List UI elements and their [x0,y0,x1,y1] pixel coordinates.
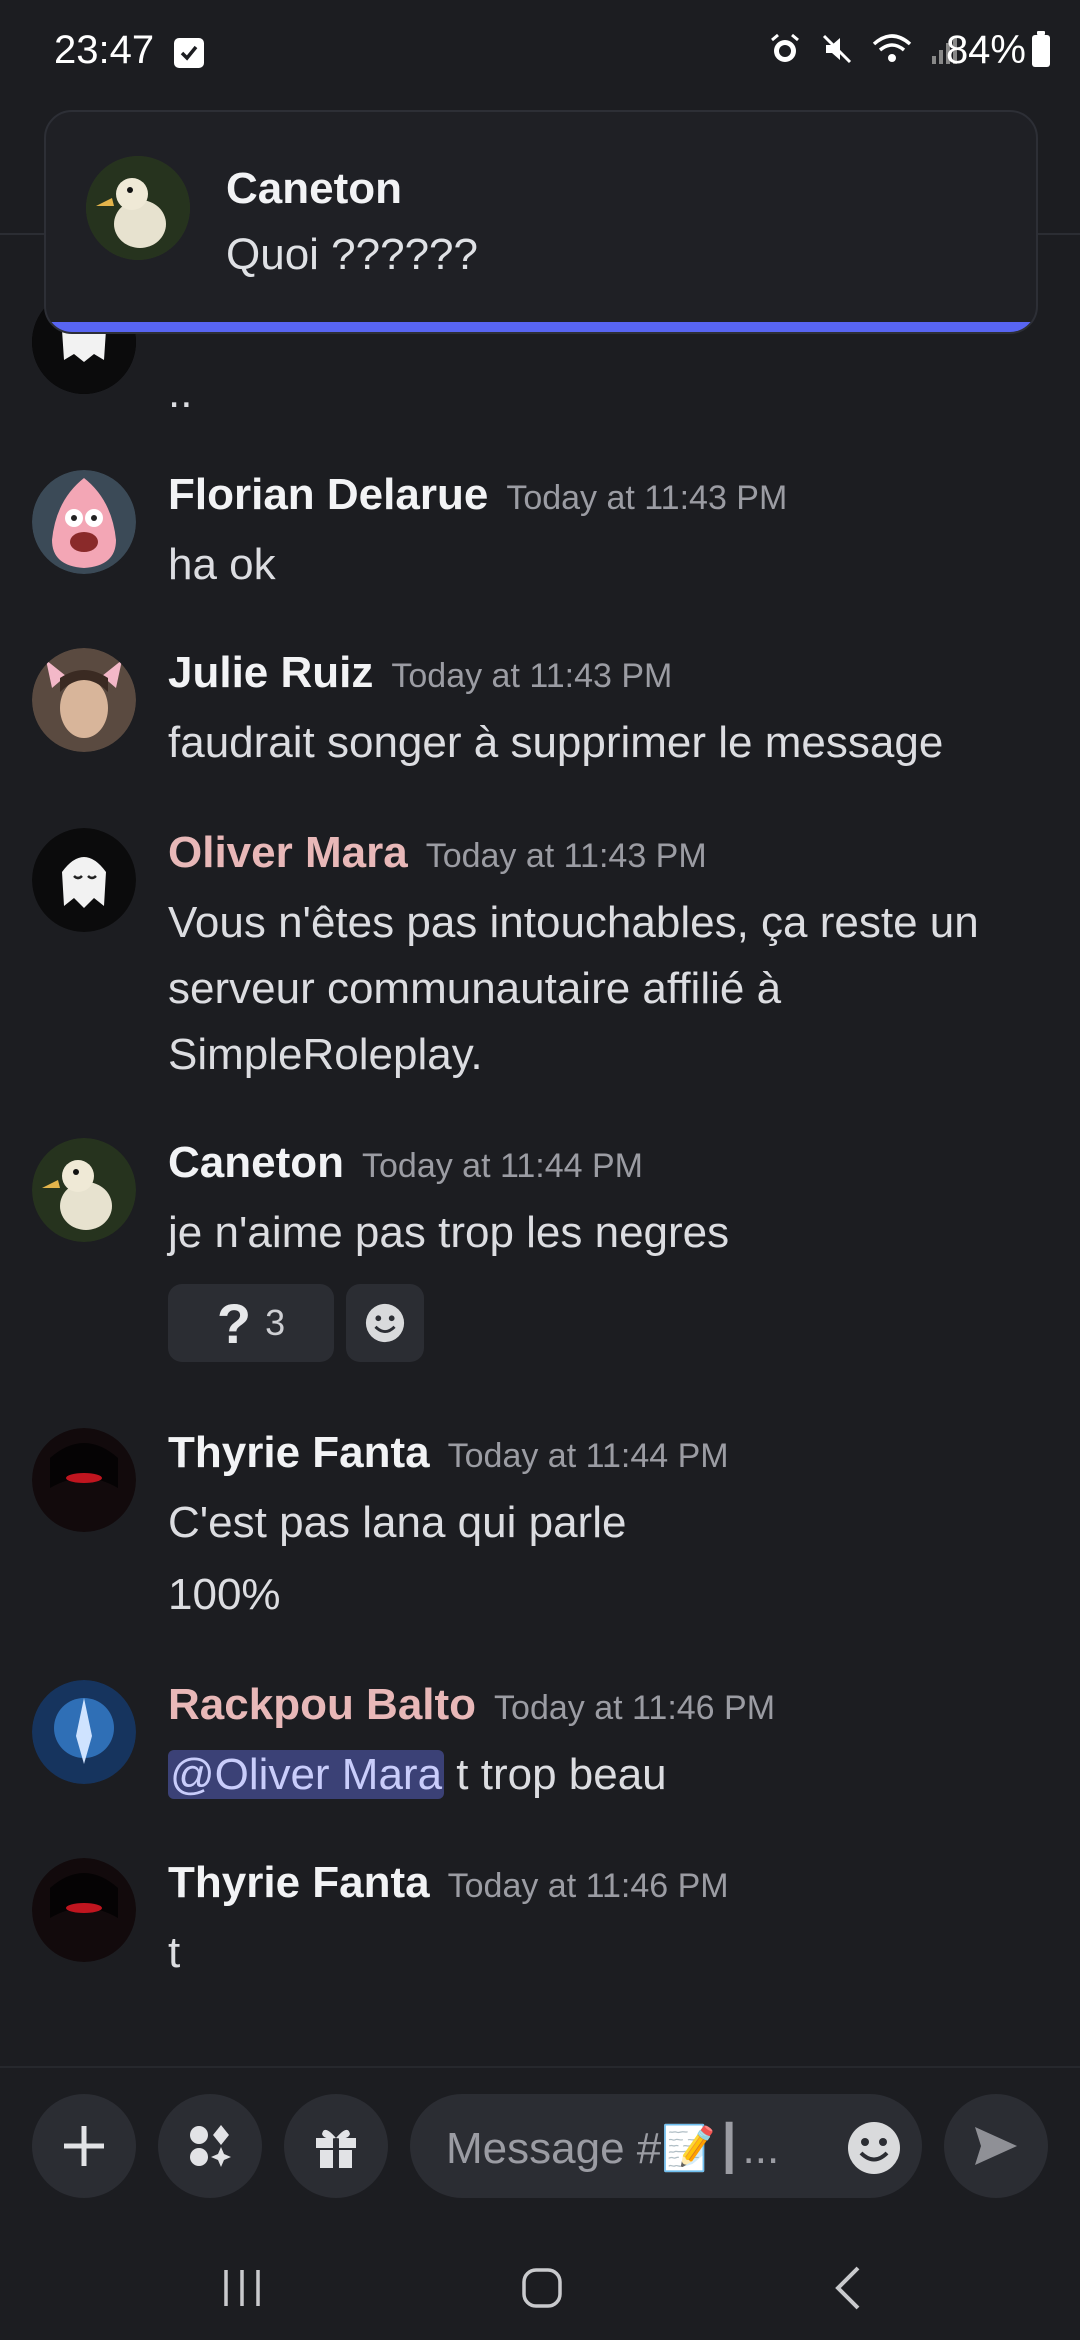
avatar[interactable] [32,1680,136,1784]
status-icons [768,32,960,66]
notification-progress-bar [46,322,1036,332]
home-button[interactable] [512,2258,572,2318]
checkbox-notification-icon [174,38,204,68]
message-author[interactable]: Florian Delarue Today at 11:43 PM [168,470,787,520]
add-attachment-button[interactable] [32,2094,136,2198]
avatar[interactable] [32,470,136,574]
message-author[interactable]: Oliver Mara Today at 11:43 PM [168,828,707,878]
user-mention[interactable]: @Oliver Mara [168,1750,445,1799]
status-time: 23:47 [54,28,155,72]
reactions-row: ? 3 [168,1284,424,1362]
send-button[interactable] [944,2094,1048,2198]
recents-icon [224,2270,260,2306]
message-text: faudrait songer à supprimer le message [168,718,944,767]
message-text: @Oliver Mara t trop beau [168,1750,667,1799]
message-timestamp: Today at 11:43 PM [425,837,707,875]
message-author[interactable]: Julie Ruiz Today at 11:43 PM [168,648,672,698]
system-nav-bar [0,2236,1080,2340]
emoji-picker-icon[interactable] [846,2120,902,2176]
alarm-icon [771,33,799,62]
message-text: ha ok [168,540,276,589]
reaction-count: 3 [265,1302,286,1343]
message-timestamp: Today at 11:44 PM [362,1147,643,1185]
message-input-placeholder: Message #📝┃... [446,2124,780,2173]
avatar[interactable] [32,1428,136,1532]
status-bar: 23:47 84% [0,0,1080,110]
message-composer: Message #📝┃... [0,2066,1080,2238]
apps-button[interactable] [158,2094,262,2198]
avatar[interactable] [32,1138,136,1242]
avatar[interactable] [32,648,136,752]
message-text: 100% [168,1570,281,1619]
avatar [86,156,190,260]
wifi-icon [872,34,912,62]
reaction-question[interactable]: ? 3 [168,1284,334,1362]
plus-icon [64,2126,104,2166]
message-timestamp: Today at 11:46 PM [447,1867,729,1905]
add-reaction-button[interactable] [346,1284,424,1362]
message-timestamp: Today at 11:46 PM [494,1689,776,1727]
question-mark-icon: ? [216,1291,252,1355]
message-timestamp: Today at 11:43 PM [506,479,788,517]
battery-indicator: 84% [946,28,1050,73]
message-text: Vous n'êtes pas intouchables, ça reste u… [168,898,979,1079]
mute-icon [822,34,852,64]
notification-banner[interactable]: Caneton Quoi ?????? [44,110,1038,334]
message-timestamp: Today at 11:43 PM [391,657,673,695]
notification-text: Quoi ?????? [226,230,478,279]
gift-icon [316,2129,356,2168]
message-text: t [168,1928,181,1977]
message-text: C'est pas lana qui parle [168,1498,627,1547]
back-button[interactable] [818,2258,878,2318]
send-icon [975,2127,1017,2165]
message-text: .. [168,368,193,417]
back-icon [835,2266,860,2310]
message-author[interactable]: Thyrie Fanta Today at 11:46 PM [168,1858,729,1908]
gift-button[interactable] [284,2094,388,2198]
message-input[interactable]: Message #📝┃... [410,2094,922,2198]
recent-apps-button[interactable] [212,2258,272,2318]
smiley-icon [365,1303,405,1343]
message-text: je n'aime pas trop les negres [168,1208,730,1257]
message-author[interactable]: Thyrie Fanta Today at 11:44 PM [168,1428,729,1478]
apps-icon [190,2125,231,2167]
avatar[interactable] [32,1858,136,1962]
battery-icon [1032,30,1050,67]
message-timestamp: Today at 11:44 PM [447,1437,729,1475]
message-author[interactable]: Rackpou Balto Today at 11:46 PM [168,1680,775,1730]
notification-sender: Caneton [226,164,402,213]
avatar[interactable] [32,828,136,932]
home-icon [522,2268,562,2308]
message-author[interactable]: Caneton Today at 11:44 PM [168,1138,643,1188]
battery-percent: 84% [945,28,1026,72]
